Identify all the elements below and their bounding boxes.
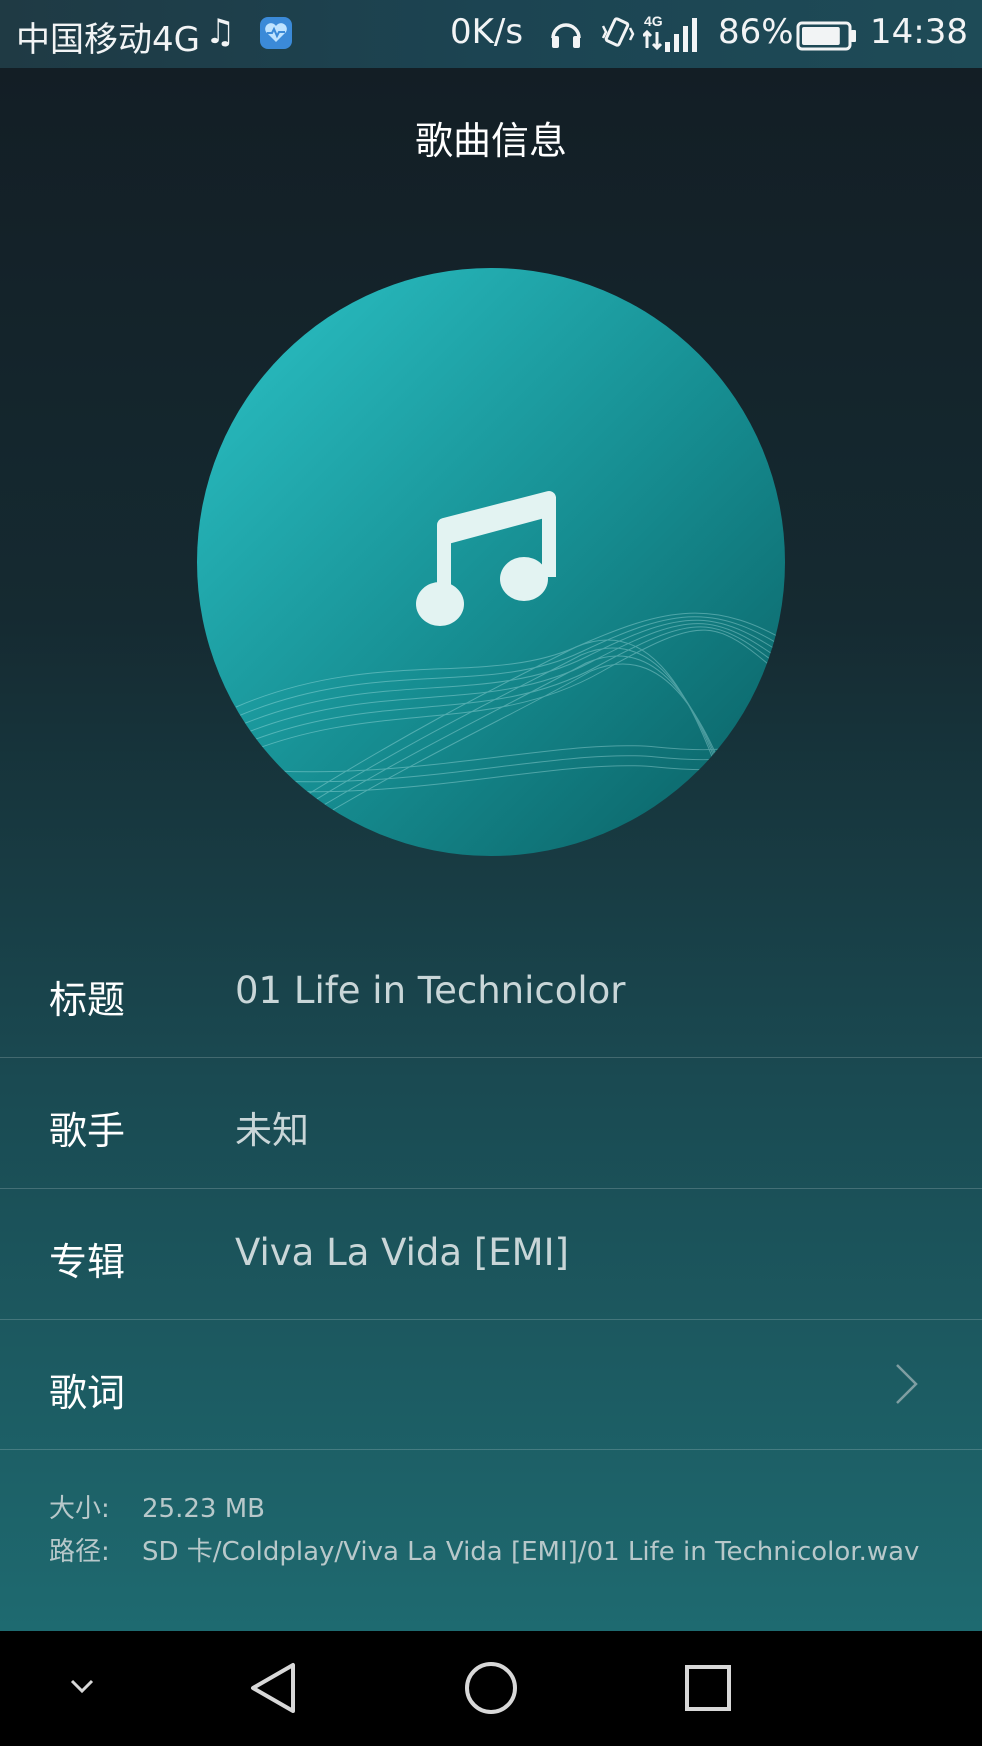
artist-value: 未知 [235, 1109, 309, 1152]
network-type-label: 4G [644, 13, 663, 29]
home-circle-icon [465, 1662, 517, 1714]
file-size-label: 大小: [49, 1494, 110, 1524]
file-size-line: 大小: 25.23 MB [49, 1488, 919, 1531]
signal-4g-icon: 4G [641, 12, 701, 65]
divider [0, 1449, 982, 1450]
vibrate-icon [600, 14, 636, 61]
title-value: 01 Life in Technicolor [235, 969, 626, 1012]
health-app-icon [260, 17, 292, 49]
title-label: 标题 [49, 978, 126, 1022]
file-path-value: SD 卡/Coldplay/Viva La Vida [EMI]/01 Life… [142, 1537, 920, 1567]
album-label: 专辑 [49, 1240, 126, 1284]
info-row-album: 专辑 Viva La Vida [EMI] [0, 1189, 982, 1320]
clock-label: 14:38 [870, 12, 968, 52]
battery-percent-label: 86% [718, 12, 794, 52]
recents-square-icon [685, 1665, 731, 1711]
carrier-label: 中国移动4G [16, 20, 200, 60]
net-speed-label: 0K/s [450, 12, 524, 52]
chevron-right-icon [894, 1362, 920, 1410]
file-path-line: 路径: SD 卡/Coldplay/Viva La Vida [EMI]/01 L… [49, 1531, 919, 1574]
battery-icon [796, 20, 858, 60]
info-row-title: 标题 01 Life in Technicolor [0, 927, 982, 1058]
hide-nav-button[interactable] [50, 1631, 114, 1746]
page-title: 歌曲信息 [414, 119, 567, 163]
back-triangle-icon [251, 1663, 295, 1713]
album-art [196, 267, 786, 857]
file-path-label: 路径: [49, 1537, 110, 1567]
artist-label: 歌手 [49, 1109, 126, 1153]
headphones-icon [549, 16, 583, 59]
file-size-value: 25.23 MB [142, 1494, 265, 1524]
chevron-down-icon [70, 1679, 94, 1694]
back-button[interactable] [236, 1631, 316, 1746]
info-row-artist: 歌手 未知 [0, 1058, 982, 1189]
lyrics-row[interactable]: 歌词 [0, 1320, 982, 1450]
recents-button[interactable] [668, 1631, 748, 1746]
home-button[interactable] [451, 1631, 531, 1746]
file-info: 大小: 25.23 MB 路径: SD 卡/Coldplay/Viva La Vid… [49, 1488, 919, 1574]
screen: 中国移动4G ♫ 0K/s 4G 86% 14:38 歌曲信息 标题 01 Li… [0, 0, 982, 1746]
status-bar: 中国移动4G ♫ 0K/s 4G 86% 14:38 [0, 0, 982, 68]
album-value: Viva La Vida [EMI] [235, 1231, 569, 1274]
lyrics-label: 歌词 [49, 1371, 126, 1415]
music-notification-icon: ♫ [205, 12, 236, 52]
song-info-page: 歌曲信息 标题 01 Life in Technicolor 歌手 未知 专辑 … [0, 68, 982, 1631]
navigation-bar [0, 1631, 982, 1746]
